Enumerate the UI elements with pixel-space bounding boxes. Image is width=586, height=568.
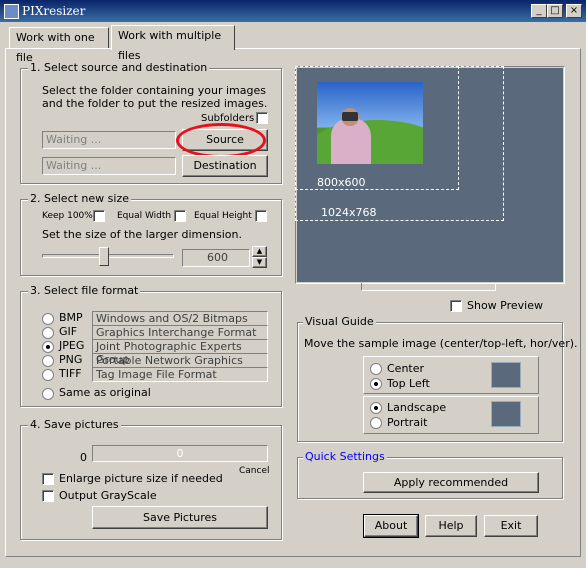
size-spin-down[interactable]: ▼ — [252, 257, 267, 268]
format-description: Windows and OS/2 Bitmaps — [92, 311, 268, 326]
enlarge-checkbox[interactable] — [42, 473, 54, 485]
equal-width-checkbox[interactable] — [174, 210, 186, 222]
source-description: Select the folder containing your images… — [42, 84, 268, 110]
landscape-label: Landscape — [387, 401, 447, 414]
top-left-radio[interactable] — [370, 378, 382, 390]
size-group-title: 2. Select new size — [28, 192, 131, 205]
visual-guide-title: Visual Guide — [303, 315, 376, 328]
save-group-title: 4. Save pictures — [28, 418, 121, 431]
center-label: Center — [387, 362, 425, 375]
equal-height-label: Equal Height — [194, 211, 252, 221]
show-preview-label: Show Preview — [467, 299, 543, 312]
camera-icon — [342, 112, 358, 121]
title-bar[interactable]: PIXresizer _ □ × — [0, 0, 586, 22]
format-radio-jpeg[interactable] — [42, 341, 54, 353]
app-icon[interactable] — [4, 4, 19, 19]
close-button[interactable]: × — [566, 4, 582, 18]
show-preview-checkbox[interactable] — [450, 300, 462, 312]
format-name: JPEG — [59, 339, 85, 352]
preview-base — [361, 283, 496, 291]
format-group-title: 3. Select file format — [28, 284, 141, 297]
grayscale-checkbox[interactable] — [42, 490, 54, 502]
save-count: 0 — [80, 451, 87, 464]
tab-multiple-files[interactable]: Work with multiple files — [111, 25, 235, 62]
visual-guide-instruction: Move the sample image (center/top-left, … — [304, 337, 578, 350]
same-as-original-label: Same as original — [59, 386, 151, 399]
grayscale-label: Output GrayScale — [59, 489, 157, 502]
format-name: BMP — [59, 311, 83, 324]
cancel-link[interactable]: Cancel — [239, 466, 270, 476]
format-description: Tag Image File Format — [92, 367, 268, 382]
keep-100-checkbox[interactable] — [93, 210, 105, 222]
source-path-field[interactable]: Waiting ... — [42, 131, 176, 149]
format-description: Joint Photographic Experts Group — [92, 339, 268, 366]
destination-button[interactable]: Destination — [182, 155, 268, 177]
format-radio-bmp[interactable] — [42, 313, 54, 325]
size-spin-up[interactable]: ▲ — [252, 246, 267, 257]
sample-image[interactable] — [317, 82, 423, 164]
portrait-radio[interactable] — [370, 417, 382, 429]
format-description: Portable Network Graphics — [92, 353, 268, 368]
orientation-preview-icon — [491, 401, 521, 427]
position-preview-icon — [491, 362, 521, 388]
quick-settings-title: Quick Settings — [303, 450, 387, 463]
minimize-button[interactable]: _ — [531, 4, 547, 18]
portrait-label: Portrait — [387, 416, 428, 429]
help-button[interactable]: Help — [425, 515, 477, 537]
format-description: Graphics Interchange Format — [92, 325, 268, 340]
landscape-radio[interactable] — [370, 402, 382, 414]
format-name: GIF — [59, 325, 78, 338]
format-radio-tiff[interactable] — [42, 369, 54, 381]
equal-height-checkbox[interactable] — [255, 210, 267, 222]
subfolders-checkbox[interactable] — [256, 112, 268, 124]
preview-canvas: 800x600 1024x768 — [295, 66, 563, 282]
maximize-button[interactable]: □ — [547, 4, 563, 18]
destination-path-field[interactable]: Waiting ... — [42, 157, 176, 175]
format-radio-gif[interactable] — [42, 327, 54, 339]
apply-recommended-button[interactable]: Apply recommended — [363, 472, 539, 493]
label-1024x768: 1024x768 — [321, 206, 377, 219]
tab-one-file[interactable]: Work with one file — [9, 27, 109, 64]
center-radio[interactable] — [370, 363, 382, 375]
size-instruction: Set the size of the larger dimension. — [42, 228, 242, 241]
size-slider-thumb[interactable] — [99, 247, 109, 266]
label-800x600: 800x600 — [317, 176, 366, 189]
enlarge-label: Enlarge picture size if needed — [59, 472, 223, 485]
format-name: TIFF — [59, 367, 82, 380]
top-left-label: Top Left — [387, 377, 430, 390]
size-value-field[interactable]: 600 — [182, 249, 250, 267]
exit-button[interactable]: Exit — [484, 515, 538, 537]
format-radio-png[interactable] — [42, 355, 54, 367]
save-pictures-button[interactable]: Save Pictures — [92, 506, 268, 529]
same-as-original-radio[interactable] — [42, 388, 54, 400]
keep-100-label: Keep 100% — [42, 211, 93, 221]
about-button[interactable]: About — [363, 514, 419, 538]
window-title: PIXresizer — [22, 4, 86, 18]
save-progress-bar: 0 — [92, 445, 268, 462]
highlight-circle — [176, 123, 266, 158]
format-name: PNG — [59, 353, 83, 366]
equal-width-label: Equal Width — [117, 211, 172, 221]
